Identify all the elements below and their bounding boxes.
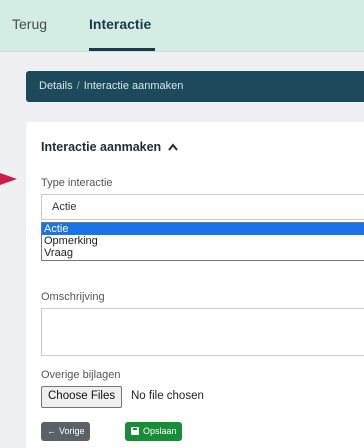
omschrijving-textarea[interactable] (41, 308, 364, 356)
opslaan-button[interactable]: Opslaan (125, 422, 182, 441)
option-actie[interactable]: Actie (42, 223, 364, 235)
file-status-text: No file chosen (131, 390, 204, 402)
save-icon (131, 427, 139, 435)
form-card: Interactie aanmaken Type interactie Acti… (26, 122, 364, 448)
arrow-left-icon: ← (47, 426, 56, 436)
active-tab-indicator (89, 48, 155, 51)
section-header[interactable]: Interactie aanmaken (41, 140, 178, 154)
breadcrumb: Details / Interactie aanmaken (26, 71, 364, 102)
breadcrumb-current: Interactie aanmaken (83, 80, 184, 92)
vorige-button[interactable]: ← Vorige (41, 422, 90, 441)
choose-files-button[interactable]: Choose Files (41, 386, 123, 408)
tab-terug[interactable]: Terug (12, 16, 47, 32)
breadcrumb-details-link[interactable]: Details (39, 80, 73, 92)
type-interactie-label: Type interactie (41, 177, 113, 189)
option-vraag[interactable]: Vraag (42, 247, 364, 259)
type-interactie-select[interactable]: Actie (41, 194, 364, 220)
tab-interactie[interactable]: Interactie (89, 16, 151, 32)
type-interactie-dropdown: Actie Opmerking Vraag (41, 222, 364, 261)
vorige-label: Vorige (59, 426, 85, 436)
pointer-arrow-icon (0, 173, 17, 185)
opslaan-label: Opslaan (143, 426, 177, 436)
top-nav-bar: Terug Interactie (0, 0, 364, 52)
chevron-up-icon[interactable] (167, 140, 178, 154)
omschrijving-label: Omschrijving (41, 291, 105, 303)
option-opmerking[interactable]: Opmerking (42, 235, 364, 247)
bijlagen-label: Overige bijlagen (41, 369, 121, 381)
breadcrumb-separator: / (76, 80, 80, 92)
section-title: Interactie aanmaken (41, 140, 162, 154)
